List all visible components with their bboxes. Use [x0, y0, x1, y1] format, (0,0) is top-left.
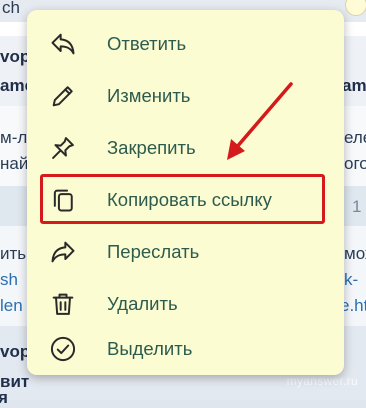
menu-item-label: Изменить — [107, 85, 191, 106]
watermark: myanswer.ru — [286, 374, 358, 388]
bg-text: еле — [344, 128, 366, 147]
menu-item-label: Переслать — [107, 241, 200, 262]
bg-text: ить — [0, 244, 27, 263]
menu-item-label: Ответить — [107, 33, 187, 54]
menu-item-forward[interactable]: Переслать — [27, 226, 344, 278]
bg-text: мож — [344, 244, 366, 263]
check-circle-icon — [47, 333, 79, 365]
reply-icon — [47, 28, 79, 60]
menu-item-label: Удалить — [107, 293, 178, 314]
bg-text: len — [0, 296, 23, 315]
bg-text: sh — [0, 270, 18, 289]
bg-text: 1 — [352, 197, 362, 216]
menu-item-select[interactable]: Выделить — [27, 323, 344, 375]
menu-item-pin[interactable]: Закрепить — [27, 122, 344, 174]
bg-text: ame — [342, 76, 366, 95]
pin-icon — [47, 132, 79, 164]
bg-text: м-л — [0, 128, 28, 147]
bg-text: k- — [344, 270, 359, 289]
menu-item-label: Закрепить — [107, 137, 196, 158]
message-context-menu: Ответить Изменить Закрепить Копировать с… — [27, 10, 344, 375]
bg-text: ого — [344, 154, 366, 173]
bg-text: най — [0, 154, 29, 173]
bg-text: я — [0, 388, 8, 407]
trash-icon — [47, 288, 79, 320]
bg-text: vop — [0, 342, 31, 361]
corner-badge — [345, 0, 366, 16]
annotation-highlight-box — [40, 174, 325, 224]
menu-item-edit[interactable]: Изменить — [27, 70, 344, 122]
menu-item-reply[interactable]: Ответить — [27, 18, 344, 70]
bg-text: ch — [2, 0, 20, 17]
pencil-icon — [47, 80, 79, 112]
bg-text: vop — [0, 47, 31, 66]
forward-icon — [47, 236, 79, 268]
menu-item-label: Выделить — [107, 338, 193, 359]
